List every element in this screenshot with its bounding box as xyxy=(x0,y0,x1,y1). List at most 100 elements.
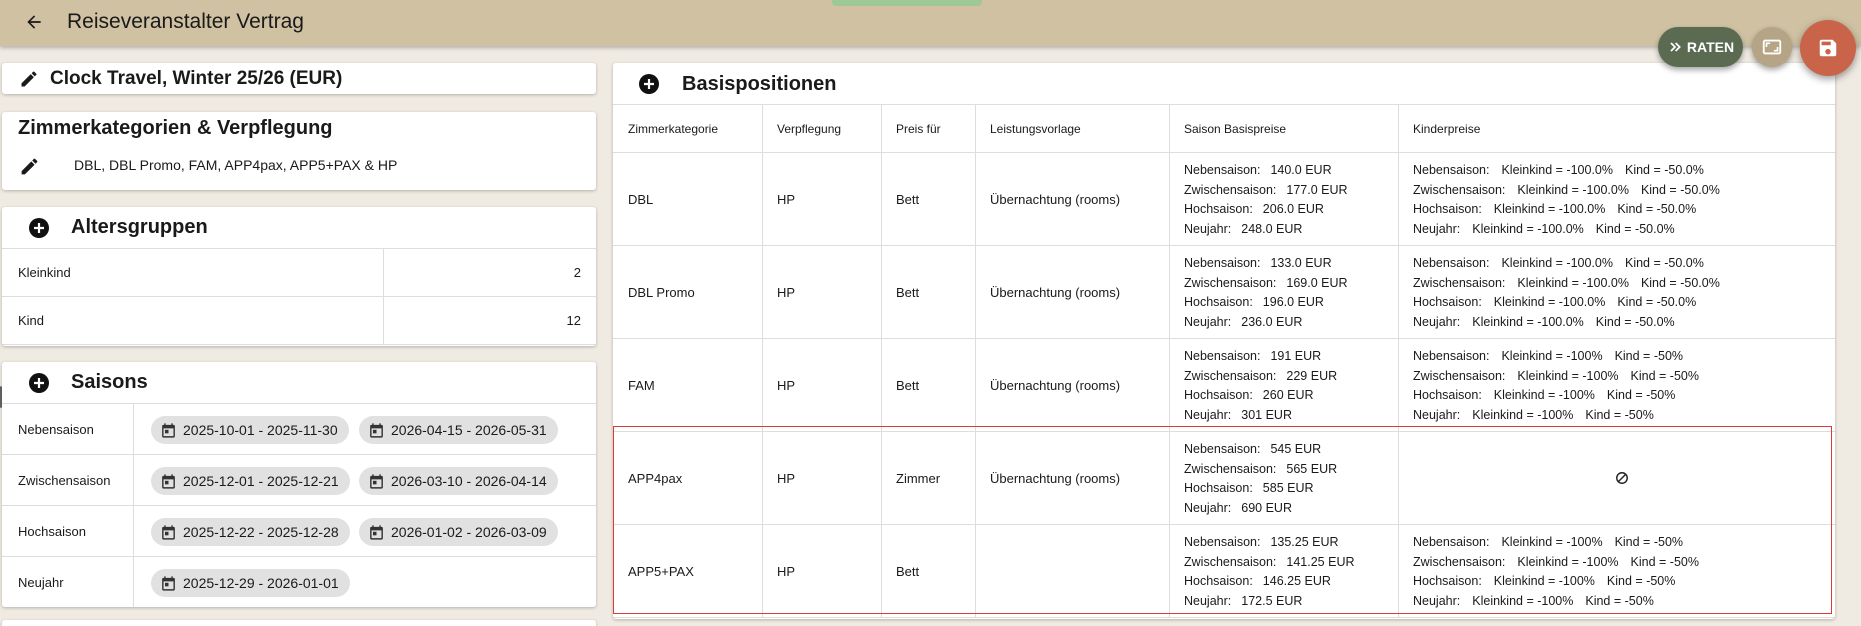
save-button[interactable] xyxy=(1800,20,1856,76)
kinderpreis-kind: Kind = -50.0% xyxy=(1640,182,1720,197)
saison-name: Hochsaison: xyxy=(1184,295,1253,309)
kinderpreis-kind: Kind = -50.0% xyxy=(1595,314,1675,329)
saison-row[interactable]: Hochsaison 2025-12-22 - 2025-12-28 2026-01… xyxy=(2,506,596,557)
kinderpreis-kind: Kind = -50% xyxy=(1630,368,1699,383)
saison-name: Zwischensaison: xyxy=(1184,554,1277,569)
date-range-text: 2025-12-01 - 2025-12-21 xyxy=(183,473,339,489)
kinderpreis-saison: Zwischensaison: xyxy=(1413,368,1506,383)
cell-saison-basispreise: Nebensaison: 135.25 EUR Zwischensaison: 141… xyxy=(1169,533,1355,611)
status-indicator xyxy=(832,0,982,6)
price-line: Neujahr: 172.5 EUR xyxy=(1184,592,1355,612)
kinderpreis-line: Hochsaison: Kleinkind = -100% Kind = -50% xyxy=(1413,572,1699,592)
price-value: 172.5 EUR xyxy=(1241,593,1303,608)
column-header[interactable]: Saison Basispreise xyxy=(1169,105,1398,153)
kinderpreis-kleinkind: Kleinkind = -100% xyxy=(1472,407,1574,422)
pencil-icon[interactable] xyxy=(19,69,39,89)
raten-button[interactable]: RATEN xyxy=(1658,27,1743,67)
table-row[interactable]: DBL HP Bett Übernachtung (rooms) Nebensaison… xyxy=(613,153,1835,246)
price-value: 565 EUR xyxy=(1286,461,1338,476)
price-line: Zwischensaison: 141.25 EUR xyxy=(1184,553,1355,573)
date-range-chip[interactable]: 2026-03-10 - 2026-04-14 xyxy=(359,467,558,495)
kinderpreis-saison: Neujahr: xyxy=(1413,221,1461,236)
table-row[interactable]: APP4pax HP Zimmer Übernachtung (rooms) Neben… xyxy=(613,432,1835,525)
cell-zimmer: APP5+PAX xyxy=(628,564,694,579)
price-line: Zwischensaison: 177.0 EUR xyxy=(1184,181,1348,201)
altersgruppen-card: Altersgruppen Kleinkind 2 Kind 12 xyxy=(2,207,596,346)
cell-kinderpreise: Nebensaison: Kleinkind = -100% Kind = -50%… xyxy=(1398,347,1699,425)
saison-row[interactable]: Nebensaison 2025-10-01 - 2025-11-30 2026-0… xyxy=(2,404,596,455)
back-button[interactable] xyxy=(18,8,50,36)
saison-row[interactable]: Zwischensaison 2025-12-01 - 2025-12-21 202… xyxy=(2,455,596,506)
saison-name: Nebensaison: xyxy=(1184,535,1261,549)
kinderpreis-kleinkind: Kleinkind = -100.0% xyxy=(1472,221,1584,236)
kinderpreis-saison: Hochsaison: xyxy=(1413,388,1482,402)
date-range-chip[interactable]: 2026-04-15 - 2026-05-31 xyxy=(359,416,558,444)
kinderpreis-line: Nebensaison: Kleinkind = -100.0% Kind = -5… xyxy=(1413,161,1720,181)
saison-name: Neujahr: xyxy=(1184,593,1232,608)
table-row[interactable]: APP5+PAX HP Bett Nebensaison: 135.25 EUR Zwis… xyxy=(613,525,1835,618)
list-item[interactable]: Kleinkind 2 xyxy=(2,249,596,297)
kinderpreis-kind: Kind = -50% xyxy=(1606,574,1676,588)
basispositionen-header: Basispositionen xyxy=(613,63,1835,105)
fullscreen-button[interactable] xyxy=(1752,27,1792,67)
table-header: Zimmerkategorie Verpflegung Preis für Leist… xyxy=(613,105,1835,153)
altersgruppe-label: Kind xyxy=(18,313,45,328)
kinderpreis-kleinkind: Kleinkind = -100% xyxy=(1501,349,1603,363)
column-header[interactable]: Zimmerkategorie xyxy=(613,105,762,153)
price-value: 301 EUR xyxy=(1241,407,1292,422)
kinderpreis-kleinkind: Kleinkind = -100% xyxy=(1493,574,1595,588)
column-header[interactable]: Preis für xyxy=(881,105,975,153)
saison-name: Neujahr: xyxy=(1184,314,1232,329)
add-circle-icon[interactable] xyxy=(637,72,661,96)
price-line: Nebensaison: 191 EUR xyxy=(1184,347,1337,367)
kinderpreis-line: Zwischensaison: Kleinkind = -100% Kind = -… xyxy=(1413,367,1699,387)
column-header[interactable]: Leistungsvorlage xyxy=(975,105,1169,153)
kinderpreis-line: Neujahr: Kleinkind = -100% Kind = -50% xyxy=(1413,406,1699,426)
cell-leistung: Übernachtung (rooms) xyxy=(990,378,1121,393)
saison-row[interactable]: Neujahr 2025-12-29 - 2026-01-01 xyxy=(2,557,596,607)
cell-saison-basispreise: Nebensaison: 545 EUR Zwischensaison: 565 EU… xyxy=(1169,440,1337,518)
collapsed-card xyxy=(2,620,596,626)
date-range-chip[interactable]: 2025-12-29 - 2026-01-01 xyxy=(151,569,350,597)
kinderpreis-saison: Zwischensaison: xyxy=(1413,182,1506,197)
price-line: Hochsaison: 260 EUR xyxy=(1184,386,1337,406)
price-line: Hochsaison: 206.0 EUR xyxy=(1184,200,1348,220)
divider xyxy=(383,249,384,296)
date-range-chip[interactable]: 2025-12-01 - 2025-12-21 xyxy=(151,467,350,495)
pencil-icon[interactable] xyxy=(19,156,40,177)
saisons-title: Saisons xyxy=(71,371,148,393)
cell-verpflegung: HP xyxy=(777,378,796,393)
cell-kinderpreise: Nebensaison: Kleinkind = -100.0% Kind = -5… xyxy=(1398,254,1720,332)
kinderpreis-kleinkind: Kleinkind = -100.0% xyxy=(1517,275,1629,290)
saison-label: Nebensaison xyxy=(18,422,94,437)
date-range-chip[interactable]: 2025-12-22 - 2025-12-28 xyxy=(151,518,350,546)
calendar-icon xyxy=(370,524,383,540)
kinderpreis-line: Nebensaison: Kleinkind = -100% Kind = -50% xyxy=(1413,347,1699,367)
date-range-text: 2025-12-22 - 2025-12-28 xyxy=(183,524,339,540)
not-available-icon xyxy=(1616,472,1628,484)
table-row[interactable]: FAM HP Bett Übernachtung (rooms) Nebensaison… xyxy=(613,339,1835,432)
date-range-chip[interactable]: 2025-10-01 - 2025-11-30 xyxy=(151,416,349,444)
saison-name: Zwischensaison: xyxy=(1184,461,1277,476)
table-row[interactable]: DBL Promo HP Bett Übernachtung (rooms) Neben… xyxy=(613,246,1835,339)
date-range-text: 2025-10-01 - 2025-11-30 xyxy=(183,422,338,438)
column-header[interactable]: Verpflegung xyxy=(762,105,881,153)
price-value: 177.0 EUR xyxy=(1286,182,1348,197)
cell-verpflegung: HP xyxy=(777,192,796,207)
cell-verpflegung: HP xyxy=(777,471,796,486)
page-title: Reiseveranstalter Vertrag xyxy=(67,10,304,33)
kinderpreis-line: Nebensaison: Kleinkind = -100.0% Kind = -5… xyxy=(1413,254,1720,274)
basispositionen-card: Basispositionen Zimmerkategorie Verpflegu… xyxy=(613,63,1835,619)
kinderpreis-saison: Hochsaison: xyxy=(1413,202,1482,216)
calendar-icon xyxy=(162,422,175,438)
divider xyxy=(383,297,384,344)
saison-name: Zwischensaison: xyxy=(1184,275,1277,290)
kinderpreis-saison: Neujahr: xyxy=(1413,407,1461,422)
list-item[interactable]: Kind 12 xyxy=(2,297,596,345)
price-line: Hochsaison: 146.25 EUR xyxy=(1184,572,1355,592)
zimmer-list: DBL, DBL Promo, FAM, APP4pax, APP5+PAX &… xyxy=(74,157,398,173)
add-circle-icon[interactable] xyxy=(27,371,51,395)
column-header[interactable]: Kinderpreise xyxy=(1398,105,1835,153)
add-circle-icon[interactable] xyxy=(27,216,51,240)
date-range-chip[interactable]: 2026-01-02 - 2026-03-09 xyxy=(359,518,558,546)
